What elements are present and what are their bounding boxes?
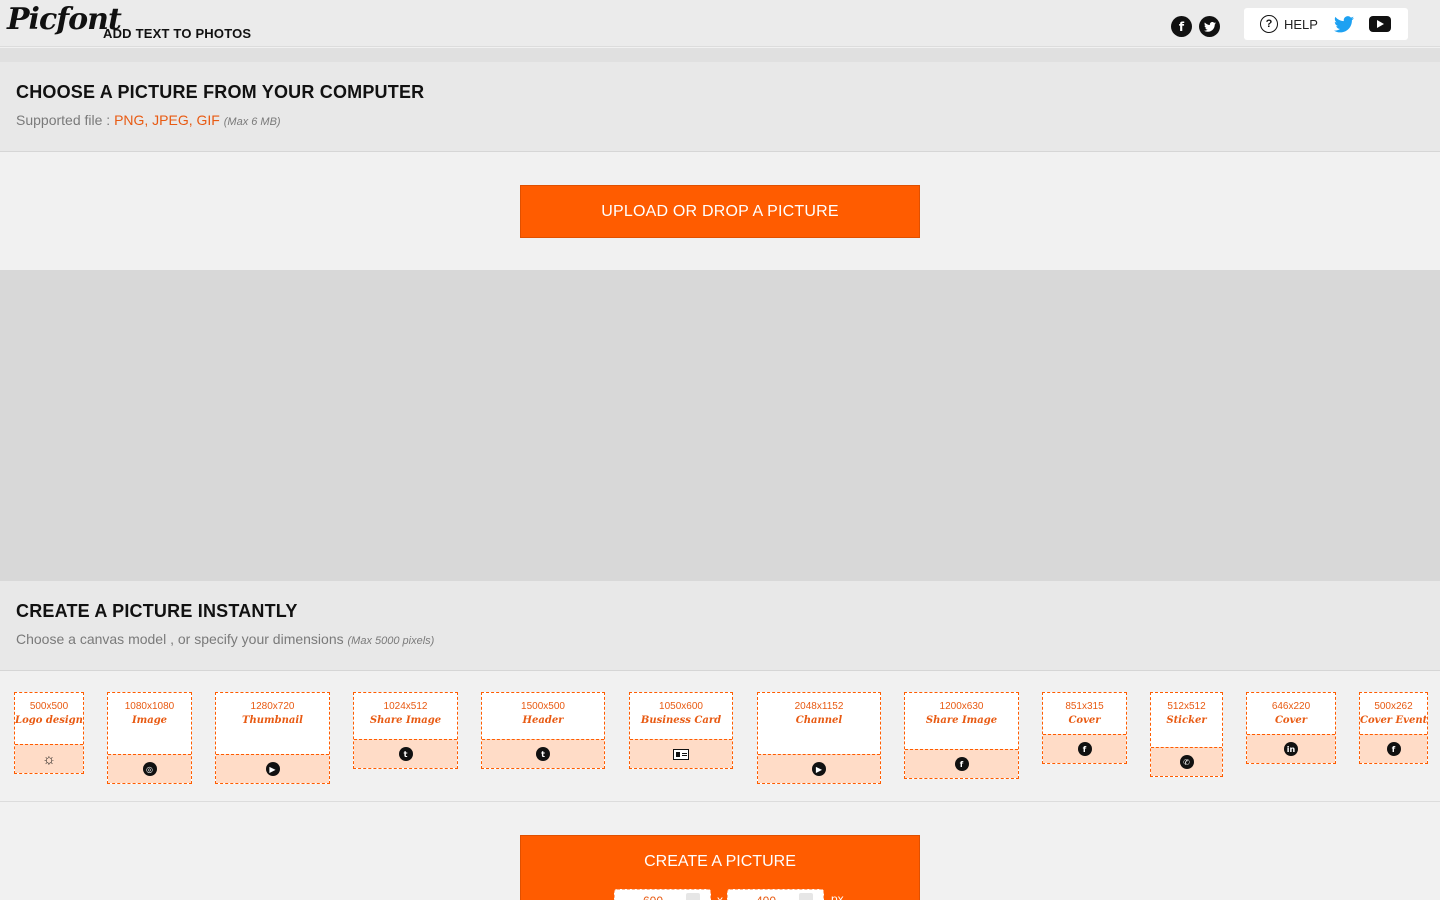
width-stepper[interactable]	[686, 893, 700, 900]
divider-strip	[0, 48, 1440, 62]
model-icon-area: t	[354, 739, 457, 768]
youtube-icon[interactable]	[1368, 16, 1391, 32]
model-name: Logo design	[15, 715, 83, 726]
model-name: Cover Event	[1360, 715, 1428, 726]
width-value: 600	[643, 894, 663, 900]
create-subtitle: Choose a canvas model , or specify your …	[16, 631, 434, 647]
facebook-icon: f	[954, 757, 969, 771]
model-dimensions: 1050x600	[659, 701, 703, 712]
canvas-model-facebook-share-image[interactable]: 1200x630 Share Image f	[904, 692, 1019, 779]
upload-title: CHOOSE A PICTURE FROM YOUR COMPUTER	[16, 82, 425, 102]
model-icon-area: t	[482, 739, 604, 768]
canvas-model-twitter-header[interactable]: 1500x500 Header t	[481, 692, 605, 769]
model-name: Channel	[795, 715, 843, 726]
youtube-icon: ▶	[265, 762, 280, 776]
supported-formats: PNG, JPEG, GIF	[114, 112, 220, 128]
canvas-model-facebook-cover[interactable]: 851x315 Cover f	[1042, 692, 1127, 764]
canvas-model-whatsapp-sticker[interactable]: 512x512 Sticker ✆	[1150, 692, 1223, 777]
social-links: f	[1171, 16, 1220, 37]
width-input[interactable]: 600	[614, 889, 711, 900]
model-dimensions: 500x262	[1374, 701, 1413, 712]
ad-area	[0, 270, 1440, 581]
upload-button[interactable]: UPLOAD OR DROP A PICTURE	[520, 185, 920, 238]
upload-section-header: CHOOSE A PICTURE FROM YOUR COMPUTER Supp…	[0, 62, 1440, 152]
model-dimensions: 1200x630	[939, 701, 984, 712]
facebook-icon: f	[1077, 742, 1092, 756]
canvas-model-logo-design[interactable]: 500x500 Logo design ☼	[14, 692, 84, 774]
model-name: Cover	[1068, 715, 1101, 726]
facebook-icon[interactable]: f	[1171, 16, 1192, 37]
canvas-model-youtube-thumbnail[interactable]: 1280x720 Thumbnail ▶	[215, 692, 330, 784]
model-name: Sticker	[1166, 715, 1207, 726]
twitter-icon[interactable]	[1199, 16, 1220, 37]
model-dimensions: 512x512	[1167, 701, 1206, 712]
model-dimensions: 1024x512	[383, 701, 428, 712]
twitter-icon: t	[398, 747, 413, 761]
create-instructions: Choose a canvas model , or specify your …	[16, 631, 348, 647]
upload-subtitle: Supported file : PNG, JPEG, GIF (Max 6 M…	[16, 112, 281, 128]
height-value: 400	[756, 894, 776, 900]
model-dimensions: 1080x1080	[124, 701, 175, 712]
canvas-model-instagram-image[interactable]: 1080x1080 Image ◎	[107, 692, 192, 784]
canvas-models: 500x500 Logo design ☼ 1080x1080 Image ◎ …	[0, 671, 1440, 802]
create-picture-button[interactable]: CREATE A PICTURE	[521, 853, 919, 871]
facebook-icon: f	[1386, 742, 1401, 756]
model-icon-area: in	[1247, 734, 1335, 763]
model-icon-area: ☼	[15, 744, 83, 773]
model-icon-area: f	[905, 749, 1018, 778]
model-icon-area	[630, 739, 732, 768]
business-card-icon	[673, 748, 689, 760]
model-name: Business Card	[640, 715, 722, 726]
model-name: Share Image	[925, 715, 998, 726]
sun-icon: ☼	[42, 750, 56, 768]
canvas-model-facebook-cover-event[interactable]: 500x262 Cover Event f	[1359, 692, 1428, 764]
help-box: ? HELP	[1244, 8, 1408, 40]
twitter-icon[interactable]	[1333, 15, 1354, 33]
model-icon-area: ◎	[108, 754, 191, 783]
youtube-icon: ▶	[812, 762, 826, 776]
model-name: Header	[522, 715, 564, 726]
supported-label: Supported file :	[16, 112, 115, 128]
create-title: CREATE A PICTURE INSTANTLY	[16, 601, 298, 621]
model-icon-area: ▶	[758, 754, 880, 783]
model-icon-area: ✆	[1151, 747, 1222, 776]
model-dimensions: 1500x500	[521, 701, 565, 712]
model-dimensions: 646x220	[1271, 701, 1311, 712]
height-stepper[interactable]	[799, 893, 813, 900]
model-name: Thumbnail	[242, 715, 303, 726]
create-max-size: (Max 5000 pixels)	[347, 635, 435, 647]
model-icon-area: f	[1360, 734, 1427, 763]
create-picture-panel: CREATE A PICTURE 600 x 400 px	[520, 835, 920, 900]
twitter-icon: t	[536, 747, 550, 761]
model-dimensions: 500x500	[29, 701, 69, 712]
height-input[interactable]: 400	[727, 889, 824, 900]
canvas-model-linkedin-cover[interactable]: 646x220 Cover in	[1246, 692, 1336, 764]
linkedin-icon: in	[1284, 742, 1298, 756]
unit-label: px	[831, 892, 844, 900]
model-dimensions: 851x315	[1065, 701, 1104, 712]
canvas-model-youtube-channel[interactable]: 2048x1152 Channel ▶	[757, 692, 881, 784]
canvas-model-twitter-share-image[interactable]: 1024x512 Share Image t	[353, 692, 458, 769]
whatsapp-icon: ✆	[1179, 755, 1194, 769]
create-section-header: CREATE A PICTURE INSTANTLY Choose a canv…	[0, 581, 1440, 671]
instagram-icon: ◎	[142, 762, 157, 776]
model-dimensions: 1280x720	[250, 701, 295, 712]
model-dimensions: 2048x1152	[794, 701, 844, 712]
model-name: Cover	[1274, 715, 1308, 726]
canvas-model-business-card[interactable]: 1050x600 Business Card	[629, 692, 733, 769]
dimension-separator: x	[717, 893, 723, 900]
model-name: Share Image	[369, 715, 442, 726]
top-bar: Picfont ADD TEXT TO PHOTOS f ? HELP	[0, 0, 1440, 47]
model-name: Image	[131, 715, 168, 726]
model-icon-area: ▶	[216, 754, 329, 783]
model-icon-area: f	[1043, 734, 1126, 763]
upload-max-size: (Max 6 MB)	[223, 116, 281, 128]
help-icon[interactable]: ?	[1260, 15, 1278, 33]
help-link[interactable]: HELP	[1284, 17, 1318, 32]
tagline: ADD TEXT TO PHOTOS	[103, 26, 252, 41]
